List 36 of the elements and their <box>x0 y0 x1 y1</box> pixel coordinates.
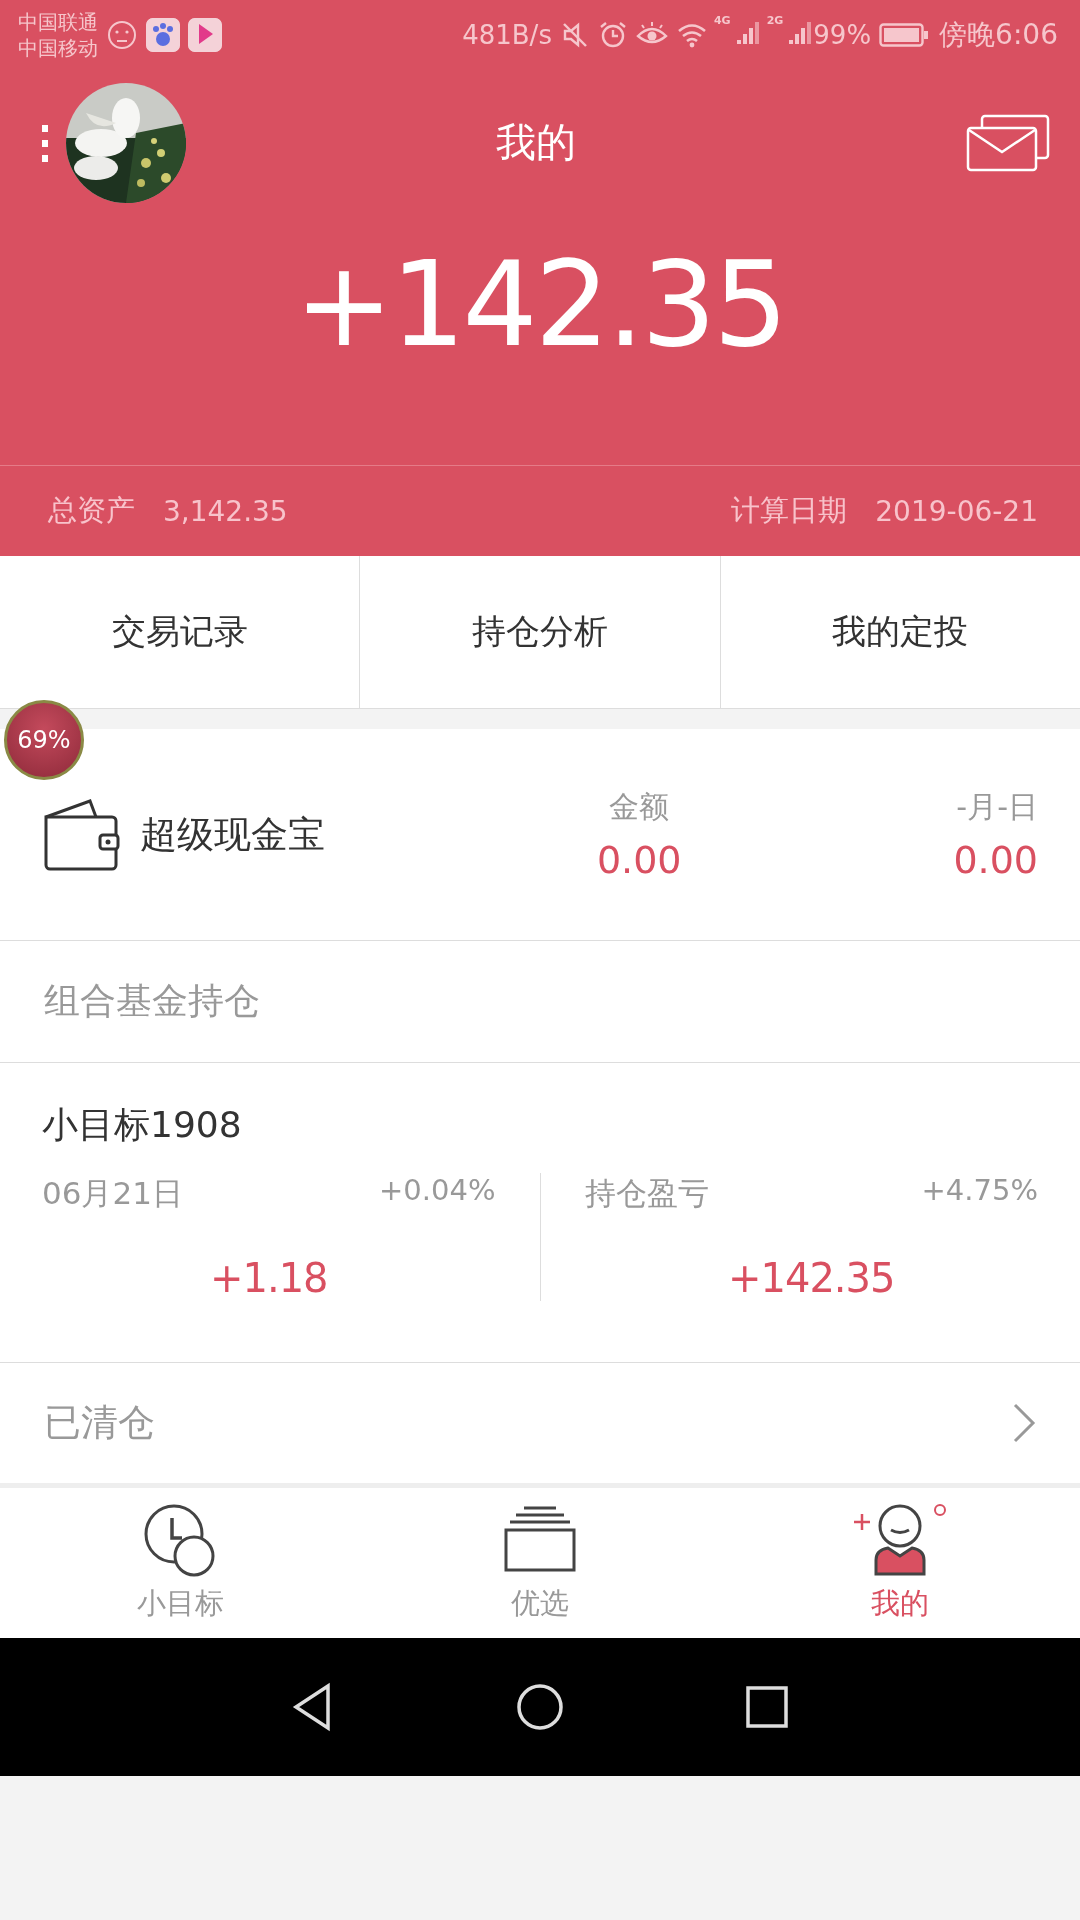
holding-label: 持仓盈亏 <box>584 1174 709 1213</box>
clock-time: 傍晚6:06 <box>939 17 1058 53</box>
holding-percent: +4.75% <box>921 1173 1038 1209</box>
play-app-icon <box>188 18 222 52</box>
total-assets-label: 总资产 <box>48 492 135 529</box>
page-title: 我的 <box>495 118 577 167</box>
total-assets-value: 3,142.35 <box>163 494 288 528</box>
product-name[interactable]: 超级现金宝 <box>140 809 325 860</box>
calc-date-value: 2019-06-21 <box>875 494 1038 528</box>
amount-value: 0.00 <box>596 838 682 882</box>
carrier-name: 中国联通 <box>18 9 98 35</box>
day-percent: +0.04% <box>379 1173 496 1209</box>
network-type: 4G <box>713 14 731 27</box>
home-icon[interactable] <box>515 1682 565 1732</box>
daily-value: 0.00 <box>953 838 1038 882</box>
day-label: 06月21日 <box>42 1174 183 1213</box>
carrier-name: 中国移动 <box>18 35 98 61</box>
day-profit: +1.18 <box>209 1255 328 1301</box>
amount-label: 金额 <box>609 788 670 826</box>
section-title: 组合基金持仓 <box>0 941 1080 1063</box>
battery-icon <box>879 22 930 48</box>
paw-app-icon <box>146 18 180 52</box>
mail-icon[interactable] <box>966 113 1050 172</box>
holding-profit: +142.35 <box>728 1255 895 1301</box>
battery-percent: 99% <box>813 20 872 50</box>
network-speed: 481B/s <box>462 20 552 50</box>
profit-amount: +142.35 <box>294 235 786 373</box>
more-icon[interactable] <box>40 122 50 163</box>
wallet-icon <box>42 798 122 871</box>
calc-date-label: 计算日期 <box>731 492 848 529</box>
cleared-label: 已清仓 <box>44 1400 155 1446</box>
fund-name[interactable]: 小目标1908 <box>42 1104 242 1145</box>
date-label: -月-日 <box>956 788 1038 826</box>
chevron-right-icon <box>1012 1402 1036 1444</box>
face-icon <box>106 19 138 51</box>
network-type: 2G <box>766 14 784 27</box>
